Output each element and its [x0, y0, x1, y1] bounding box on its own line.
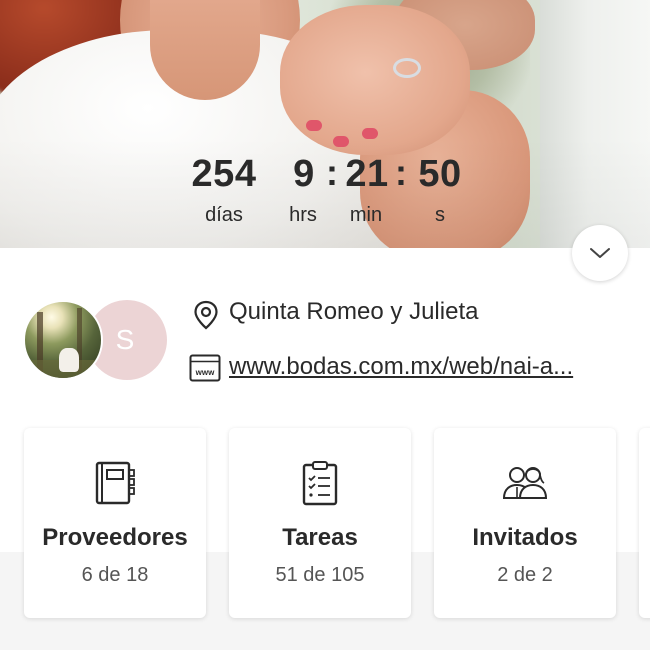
countdown-days: 254 — [191, 153, 257, 195]
card-count: 6 de 18 — [81, 564, 149, 586]
card-title: Proveedores — [42, 524, 188, 551]
card-invitados[interactable]: Invitados 2 de 2 — [434, 428, 616, 618]
countdown-minutes: 21 — [345, 153, 389, 195]
countdown-hours-label: hrs — [289, 204, 317, 226]
countdown-minutes-label: min — [349, 204, 383, 226]
chevron-down-icon — [590, 248, 610, 258]
website-link[interactable]: www.bodas.com.mx/web/nai-a... — [229, 351, 624, 383]
notebook-icon — [24, 460, 206, 506]
card-count: 2 de 2 — [497, 564, 553, 586]
countdown-separator: : — [395, 152, 407, 193]
countdown-seconds: 50 — [418, 153, 462, 195]
card-count: 51 de 105 — [275, 564, 365, 586]
avatar-initial: S — [115, 324, 135, 355]
card-title: Tareas — [282, 524, 358, 551]
card-next-partial[interactable] — [639, 428, 650, 618]
countdown-seconds-label: s — [435, 204, 445, 226]
card-proveedores[interactable]: Proveedores 6 de 18 — [24, 428, 206, 618]
location-pin-icon — [193, 300, 219, 330]
countdown-hours: 9 — [293, 153, 315, 195]
guests-couple-icon — [434, 460, 616, 506]
expand-button[interactable] — [572, 225, 628, 281]
card-title: Invitados — [472, 524, 578, 551]
web-browser-icon: www — [189, 354, 221, 382]
couple-avatar[interactable] — [23, 300, 103, 380]
countdown-separator: : — [326, 152, 338, 193]
card-tareas[interactable]: Tareas 51 de 105 — [229, 428, 411, 618]
venue-name: Quinta Romeo y Julieta — [229, 298, 479, 325]
countdown-days-label: días — [205, 204, 243, 226]
clipboard-checklist-icon — [229, 460, 411, 506]
web-icon-text: www — [195, 368, 215, 377]
